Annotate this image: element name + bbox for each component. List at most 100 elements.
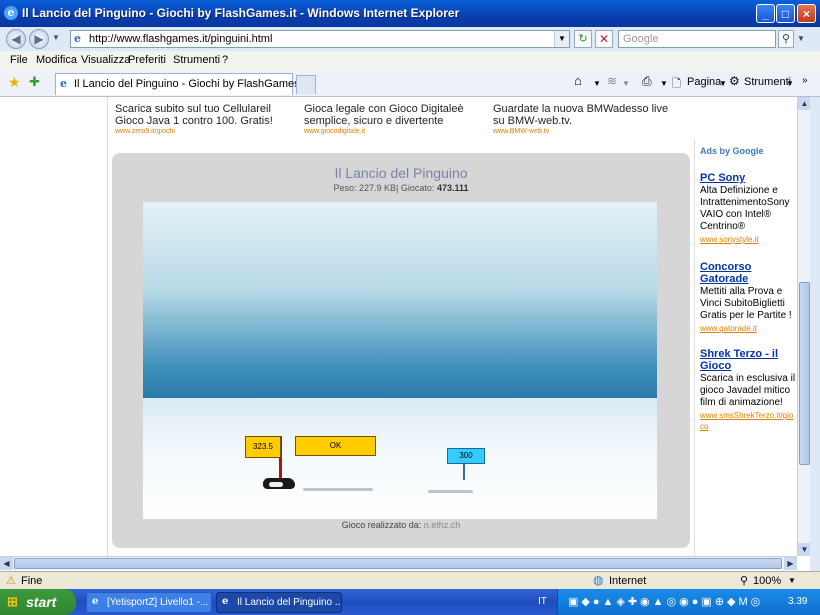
search-placeholder: Google bbox=[623, 33, 659, 45]
scroll-left-icon[interactable]: ◀ bbox=[0, 557, 13, 570]
game-meta-label: Peso: 227.9 KB| Giocato: bbox=[333, 183, 435, 193]
top-ad-2[interactable]: Gioca legale con Gioco Digitaleè semplic… bbox=[304, 103, 484, 135]
language-indicator[interactable]: IT bbox=[538, 596, 547, 607]
search-input[interactable]: Google bbox=[618, 30, 776, 48]
menu-visualizza[interactable]: Visualizza bbox=[81, 54, 130, 66]
search-options-icon[interactable]: ▼ bbox=[797, 34, 805, 43]
back-button[interactable]: ◀ bbox=[6, 29, 26, 49]
title-bar: e Il Lancio del Pinguino - Giochi by Fla… bbox=[0, 0, 820, 27]
menu-file[interactable]: File bbox=[10, 54, 28, 66]
start-label: start bbox=[26, 594, 57, 610]
vertical-scroll-thumb[interactable] bbox=[799, 282, 810, 465]
horizontal-scrollbar[interactable]: ◀ ▶ bbox=[0, 556, 797, 570]
scroll-right-icon[interactable]: ▶ bbox=[784, 557, 797, 570]
forward-button[interactable]: ▶ bbox=[29, 29, 49, 49]
address-dropdown-icon[interactable]: ▼ bbox=[554, 31, 569, 47]
game-ice bbox=[143, 398, 657, 519]
slide-shadow bbox=[303, 488, 373, 491]
vertical-scrollbar[interactable]: ▲ ▼ bbox=[797, 97, 811, 556]
close-button[interactable]: × bbox=[797, 4, 816, 23]
zoom-dropdown-icon[interactable]: ▼ bbox=[788, 576, 796, 585]
tray-icons[interactable]: ▣◆●▲◈✚◉▲◎◉●▣⊕◆M◎ bbox=[568, 595, 763, 608]
menu-strumenti[interactable]: Strumenti bbox=[173, 54, 220, 66]
gear-icon: ⚙ bbox=[729, 74, 740, 88]
zoom-level[interactable]: 100% bbox=[753, 575, 781, 587]
ad-url[interactable]: www.BMW-web.tv bbox=[493, 128, 673, 135]
window-right-edge bbox=[810, 97, 820, 571]
sidebar-ad-2[interactable]: Concorso Gatorade Mettiti alla Prova e V… bbox=[700, 261, 796, 334]
ad-desc: Alta Definizione e IntrattenimentoSony V… bbox=[700, 185, 790, 232]
refresh-icon[interactable]: ↻ bbox=[574, 30, 592, 48]
horizontal-scroll-thumb[interactable] bbox=[14, 558, 782, 569]
home-dropdown-icon[interactable]: ▼ bbox=[593, 79, 601, 88]
credit-label: Gioco realizzato da: bbox=[341, 520, 422, 530]
ad-url[interactable]: www.giocodigitale.it bbox=[304, 128, 484, 135]
maximize-button[interactable]: □ bbox=[776, 4, 795, 23]
game-canvas[interactable]: 323.5 OK 300 bbox=[143, 202, 657, 519]
ad-text[interactable]: Gioca legale con Gioco Digitaleè semplic… bbox=[304, 103, 484, 127]
taskbar-item-yetisport[interactable]: e [YetisportZ] Livello1 -... bbox=[86, 592, 212, 613]
ok-button[interactable]: OK bbox=[295, 436, 376, 456]
tools-dropdown-icon[interactable]: ▼ bbox=[786, 79, 794, 88]
game-credit: Gioco realizzato da: n.ethz.ch bbox=[112, 520, 690, 530]
task-label: Il Lancio del Pinguino ... bbox=[237, 597, 342, 608]
credit-author[interactable]: n.ethz.ch bbox=[424, 520, 461, 530]
zoom-icon[interactable]: ⚲ bbox=[740, 574, 748, 587]
system-tray: ▣◆●▲◈✚◉▲◎◉●▣⊕◆M◎ 3.39 bbox=[557, 589, 820, 615]
feeds-dropdown-icon[interactable]: ▼ bbox=[622, 79, 630, 88]
ie-task-icon: e bbox=[92, 596, 99, 607]
menu-preferiti[interactable]: Preferiti bbox=[128, 54, 166, 66]
ad-url[interactable]: www.sonystyle.it bbox=[700, 234, 796, 245]
ad-title[interactable]: Concorso Gatorade bbox=[700, 261, 796, 285]
clock: 3.39 bbox=[788, 596, 808, 607]
tab-active[interactable]: e Il Lancio del Pinguino - Giochi by Fla… bbox=[55, 73, 308, 95]
status-text: Fine bbox=[21, 575, 43, 587]
tab-page-icon: e bbox=[60, 77, 67, 90]
feeds-icon[interactable]: ≋ bbox=[607, 74, 617, 88]
ie-logo-icon: e bbox=[4, 6, 18, 20]
game-meta: Peso: 227.9 KB| Giocato: 473.111 bbox=[112, 183, 690, 193]
sidebar-ad-1[interactable]: PC Sony Alta Definizione e Intrattenimen… bbox=[700, 172, 796, 245]
page-icon-tool: 🗋 bbox=[672, 78, 681, 90]
history-dropdown-icon[interactable]: ▼ bbox=[52, 33, 60, 42]
stop-icon[interactable]: ✕ bbox=[595, 30, 613, 48]
sidebar-ad-3[interactable]: Shrek Terzo - il Gioco Scarica in esclus… bbox=[700, 348, 796, 432]
menu-bar: File Modifica Visualizza Preferiti Strum… bbox=[0, 51, 820, 71]
print-icon[interactable]: ⎙ bbox=[642, 74, 652, 89]
ad-url[interactable]: www.zero9.it/giochi bbox=[115, 128, 295, 135]
ie-task-icon: e bbox=[222, 596, 229, 607]
top-ad-1[interactable]: Scarica subito sul tuo Cellulareil Gioco… bbox=[115, 103, 295, 135]
menu-modifica[interactable]: Modifica bbox=[36, 54, 77, 66]
tools-menu[interactable]: Strumenti bbox=[744, 76, 791, 88]
ads-by-google[interactable]: Ads by Google bbox=[700, 146, 764, 156]
ad-url[interactable]: www.smsShrekTerzo.it/gioco bbox=[700, 410, 796, 432]
start-button[interactable]: ⊞ start bbox=[0, 589, 76, 615]
ad-title[interactable]: Shrek Terzo - il Gioco bbox=[700, 348, 796, 372]
page-content: Scarica subito sul tuo Cellulareil Gioco… bbox=[0, 97, 797, 556]
ad-desc: Scarica in esclusiva il gioco Javadel mi… bbox=[700, 373, 796, 408]
taskbar-item-pinguino[interactable]: e Il Lancio del Pinguino ... bbox=[216, 592, 342, 613]
minimize-button[interactable]: _ bbox=[756, 4, 775, 23]
print-dropdown-icon[interactable]: ▼ bbox=[660, 79, 668, 88]
page-icon: e bbox=[74, 32, 81, 45]
new-tab-button[interactable] bbox=[296, 75, 316, 94]
ad-text[interactable]: Guardate la nuova BMWadesso live su BMW-… bbox=[493, 103, 673, 127]
menu-help[interactable]: ? bbox=[222, 54, 228, 66]
address-bar[interactable]: e http://www.flashgames.it/pinguini.html… bbox=[70, 30, 570, 48]
ad-url[interactable]: www.gatorade.it bbox=[700, 323, 796, 334]
tab-label: Il Lancio del Pinguino - Giochi by Flash… bbox=[74, 78, 309, 90]
game-play-count: 473.111 bbox=[436, 183, 469, 193]
favorites-star-icon[interactable]: ★ bbox=[8, 74, 21, 91]
ad-title[interactable]: PC Sony bbox=[700, 172, 796, 184]
ad-desc: Mettiti alla Prova e Vinci SubitoBigliet… bbox=[700, 286, 792, 321]
search-icon[interactable]: ⚲ bbox=[778, 30, 794, 48]
more-icon[interactable]: » bbox=[802, 75, 808, 86]
home-icon[interactable]: ⌂ bbox=[574, 73, 582, 88]
page-menu[interactable]: Pagina bbox=[687, 76, 721, 88]
game-container: Il Lancio del Pinguino Peso: 227.9 KB| G… bbox=[112, 153, 690, 548]
distance-marker: 300 bbox=[447, 448, 485, 464]
page-dropdown-icon[interactable]: ▼ bbox=[719, 79, 727, 88]
ad-text[interactable]: Scarica subito sul tuo Cellulareil Gioco… bbox=[115, 103, 295, 127]
add-favorite-icon[interactable]: ✚ bbox=[29, 74, 40, 90]
top-ad-3[interactable]: Guardate la nuova BMWadesso live su BMW-… bbox=[493, 103, 673, 135]
